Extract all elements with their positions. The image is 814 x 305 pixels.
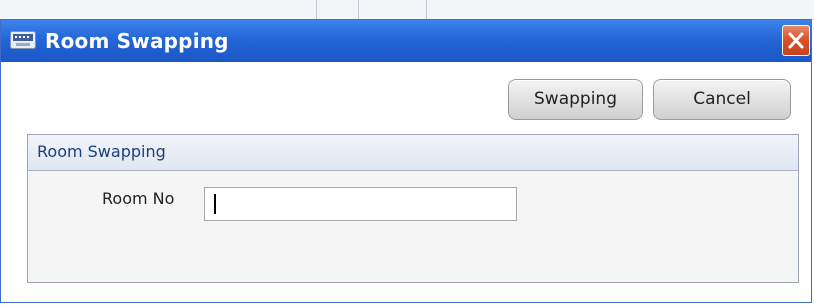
background-divider: [316, 0, 317, 19]
room-swapping-dialog: Room Swapping Swapping Cancel Room Swapp…: [0, 19, 812, 303]
room-swapping-panel: Room Swapping Room No: [27, 134, 799, 283]
room-no-label: Room No: [102, 189, 175, 208]
background-window-strip: [0, 0, 814, 20]
cancel-button[interactable]: Cancel: [653, 79, 791, 120]
panel-title: Room Swapping: [37, 142, 166, 161]
keyboard-icon: [10, 31, 36, 49]
title-bar[interactable]: Room Swapping: [1, 20, 811, 62]
swapping-button[interactable]: Swapping: [508, 79, 643, 120]
dialog-title: Room Swapping: [45, 29, 229, 53]
text-caret: [214, 194, 216, 214]
panel-header: Room Swapping: [28, 135, 798, 171]
room-no-input[interactable]: [204, 187, 517, 221]
close-icon: [788, 32, 804, 49]
close-button[interactable]: [782, 25, 810, 56]
background-divider: [426, 0, 427, 19]
background-divider: [358, 0, 359, 19]
